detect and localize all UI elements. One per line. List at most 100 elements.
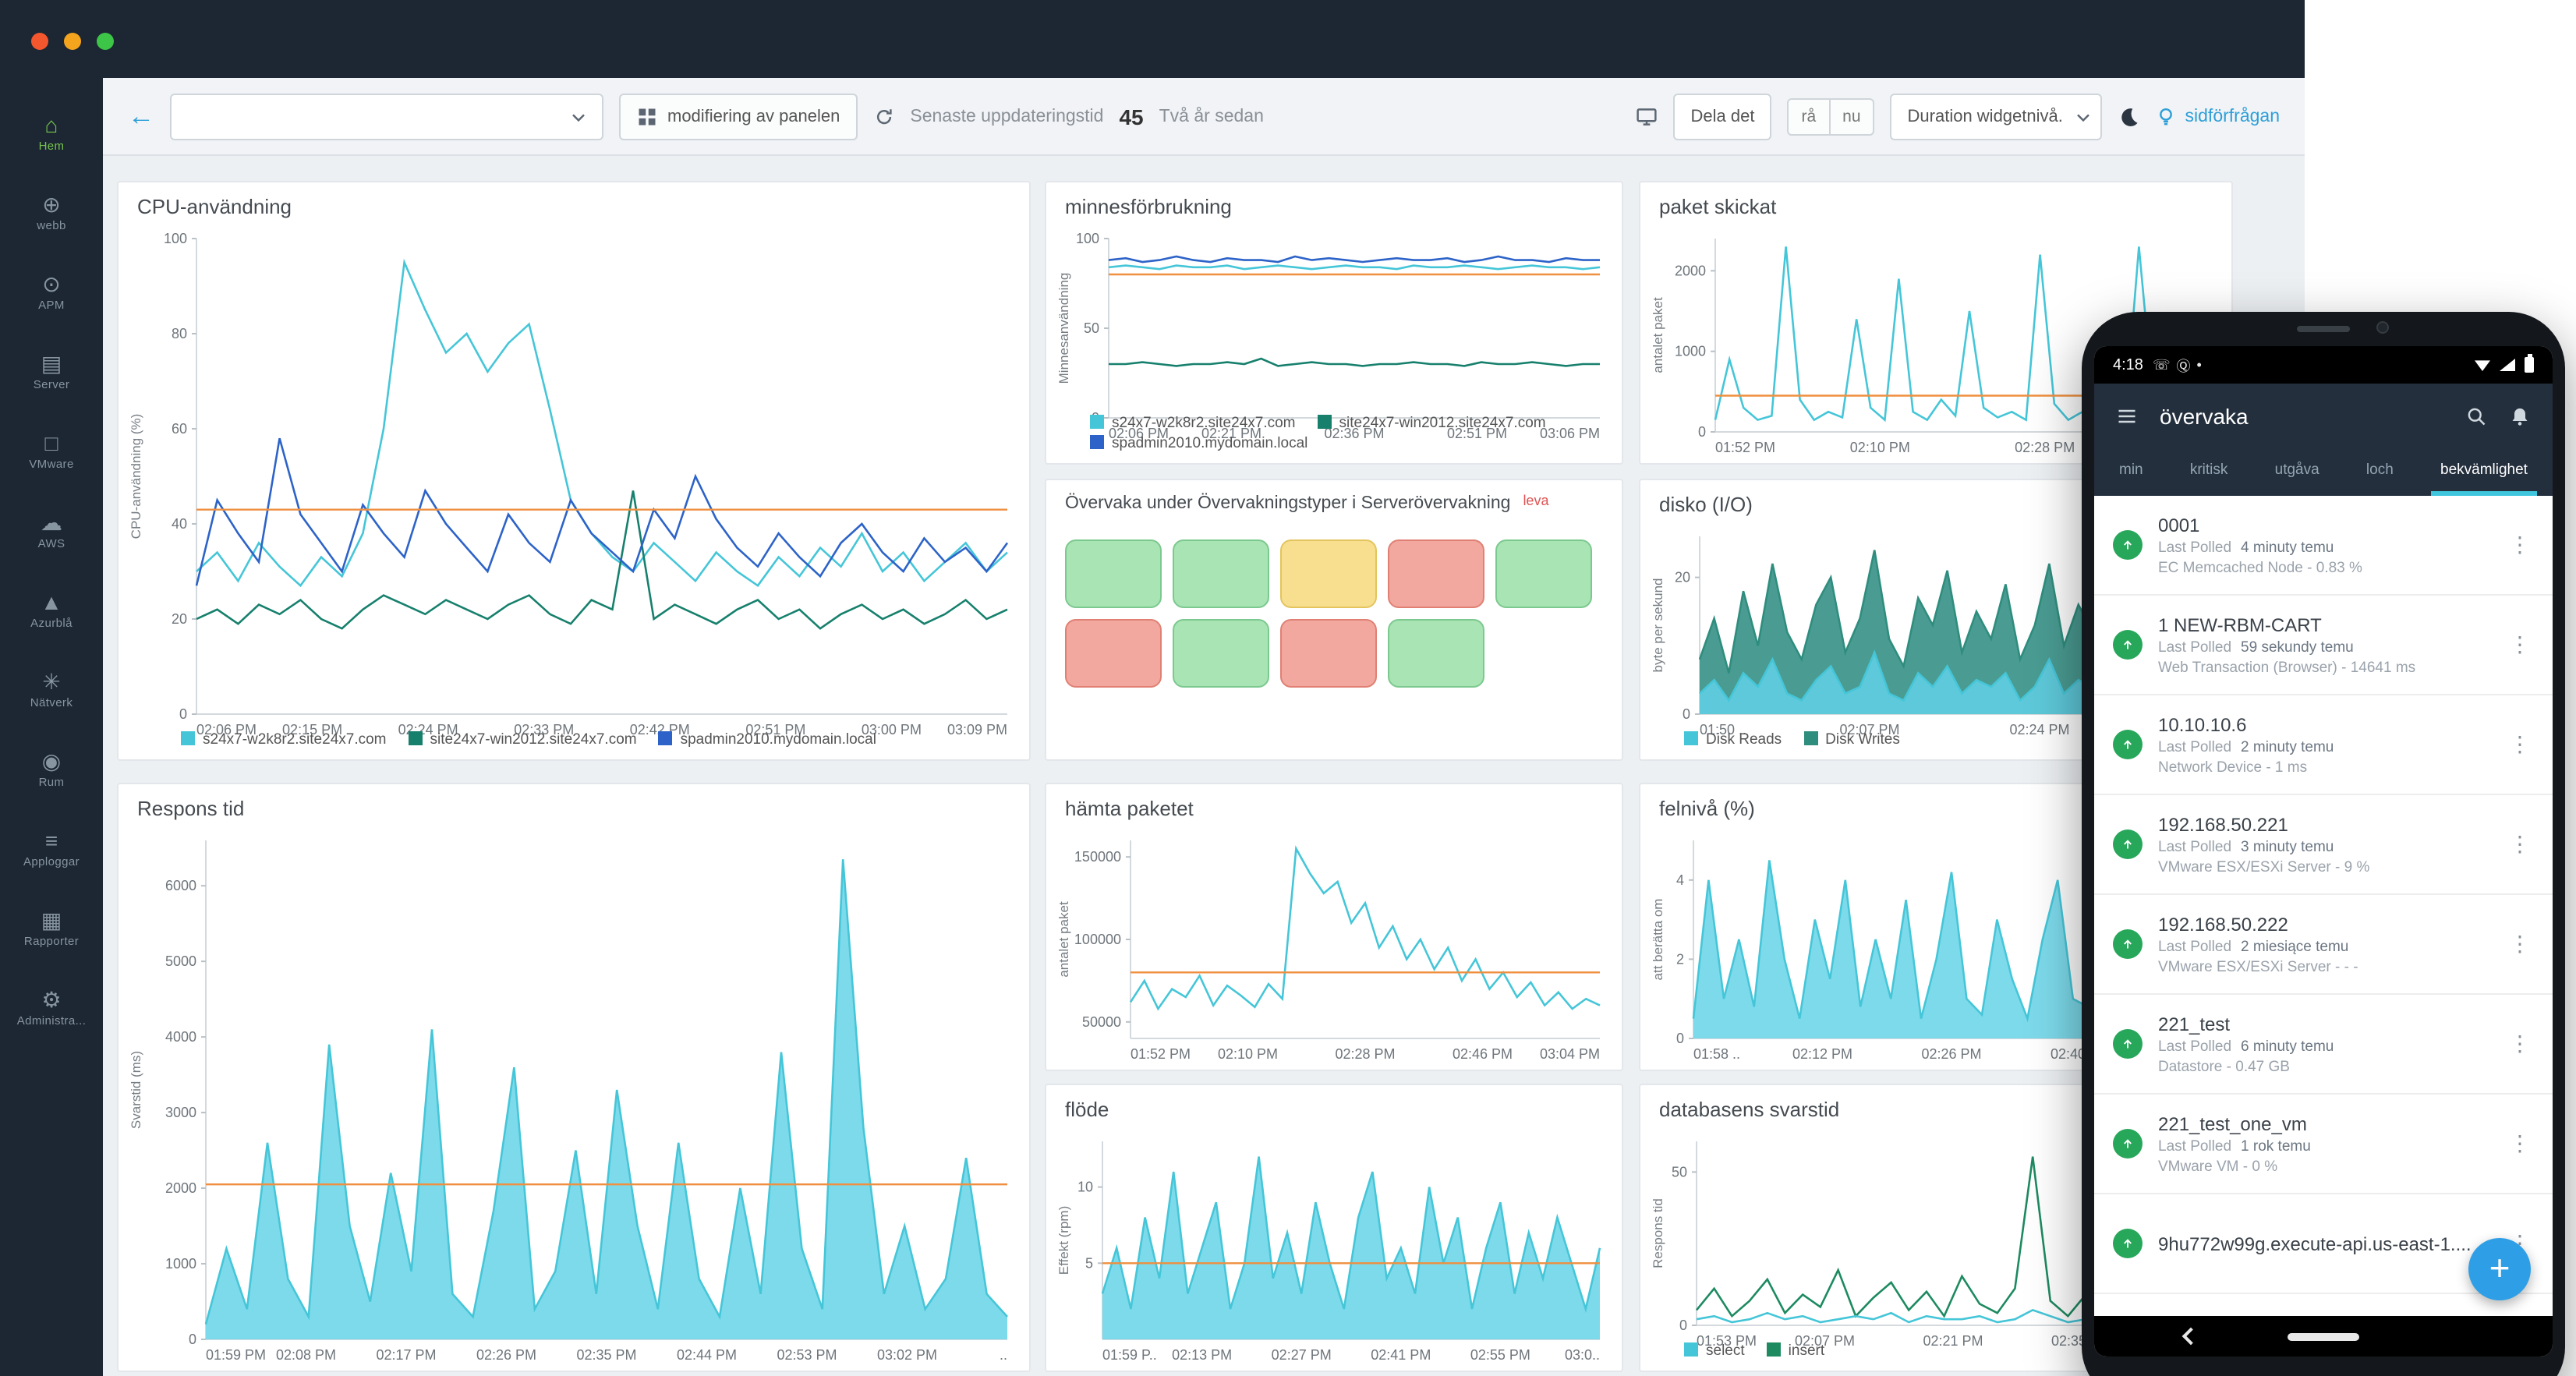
- legend-item: spadmin2010.mydomain.local: [1090, 435, 1307, 452]
- sidebar-item-hem[interactable]: ⌂ Hem: [0, 94, 103, 173]
- monitor-info: VMware VM - 0 %: [2158, 1158, 2278, 1175]
- svg-text:4: 4: [1676, 872, 1684, 888]
- kebab-menu-icon[interactable]: ⋮: [2506, 831, 2534, 858]
- back-icon[interactable]: [2181, 1327, 2200, 1346]
- search-icon[interactable]: [2465, 405, 2487, 427]
- status-tile-green[interactable]: [1065, 539, 1162, 608]
- phone-tab-loch[interactable]: loch: [2357, 449, 2403, 496]
- menu-icon[interactable]: [2116, 405, 2138, 427]
- status-tile-red[interactable]: [1065, 619, 1162, 688]
- refresh-icon[interactable]: [872, 105, 894, 127]
- now-button[interactable]: nu: [1830, 97, 1875, 135]
- svg-text:100: 100: [164, 231, 187, 246]
- widget-title: flöde: [1065, 1098, 1109, 1121]
- sidebar-item-aws[interactable]: ☁ AWS: [0, 491, 103, 571]
- status-tile-yellow[interactable]: [1280, 539, 1377, 608]
- kebab-menu-icon[interactable]: ⋮: [2506, 731, 2534, 758]
- widget-title: paket skickat: [1659, 195, 1777, 218]
- cpu-usage-chart[interactable]: 0 20 40 60 80 100 02:06 PM 02:15 PM 02:24 PM 02:3…: [125, 226, 1023, 738]
- svg-text:Minnesanvändning: Minnesanvändning: [1056, 273, 1071, 384]
- call-icon: ☏: [2152, 356, 2171, 372]
- back-arrow-icon[interactable]: ←: [128, 101, 154, 132]
- page-query-link[interactable]: sidförfrågan: [2156, 105, 2280, 127]
- sidebar-item-rapporter[interactable]: ▦ Rapporter: [0, 889, 103, 968]
- share-button[interactable]: Dela det: [1673, 93, 1772, 140]
- svg-text:02:13 PM: 02:13 PM: [1172, 1347, 1232, 1363]
- packets-received-chart[interactable]: 50000 100000 150000 01:52 PM 02:10 PM 02:28 P…: [1053, 828, 1615, 1070]
- status-tile-red[interactable]: [1280, 619, 1377, 688]
- last-polled: Last Polled 2 miesiące temu: [2158, 938, 2349, 955]
- phone-tab-kritisk[interactable]: kritisk: [2181, 449, 2238, 496]
- legend-item: spadmin2010.mydomain.local: [658, 731, 876, 748]
- memory-usage-chart[interactable]: 05010002:06 PM02:21 PM02:36 PM02:51 PM03…: [1053, 226, 1615, 441]
- close-window-button[interactable]: [31, 33, 48, 50]
- response-time-chart[interactable]: 0 1000 2000 3000 4000 5000 6000 01:59 PM 02:08 P…: [125, 828, 1023, 1371]
- legend-item: site24x7-win2012.site24x7.com: [1317, 415, 1546, 432]
- sidebar-item-server[interactable]: ▤ Server: [0, 332, 103, 412]
- status-up-icon: [2113, 929, 2143, 959]
- sidebar-item-rum[interactable]: ◉ Rum: [0, 730, 103, 809]
- legend-item: insert: [1766, 1342, 1824, 1360]
- svg-text:0: 0: [1683, 706, 1690, 722]
- sidebar-item-vmware[interactable]: □ VMware: [0, 412, 103, 491]
- phone-tab-min[interactable]: min: [2110, 449, 2153, 496]
- status-tile-red[interactable]: [1388, 539, 1484, 608]
- list-item[interactable]: 221_test_one_vm Last Polled 1 rok temu VMwa…: [2094, 1095, 2553, 1194]
- list-item[interactable]: 192.168.50.222 Last Polled 2 miesiące temu…: [2094, 895, 2553, 995]
- kebab-menu-icon[interactable]: ⋮: [2506, 1130, 2534, 1157]
- sidebar-item-administration[interactable]: ⚙ Administra...: [0, 968, 103, 1048]
- duration-select[interactable]: Duration widgetnivå.: [1890, 93, 2103, 140]
- kebab-menu-icon[interactable]: ⋮: [2506, 931, 2534, 957]
- monitor-info: EC Memcached Node - 0.83 %: [2158, 559, 2362, 576]
- flow-chart[interactable]: 5 10 01:59 P.. 02:13 PM 02:27 PM 02:41 PM 02:5…: [1053, 1129, 1615, 1371]
- svg-text:2: 2: [1676, 951, 1684, 967]
- sidebar-item-azure[interactable]: ▲ Azurblå: [0, 571, 103, 650]
- list-item[interactable]: 1 NEW-RBM-CART Last Polled 59 sekundy temu…: [2094, 596, 2553, 695]
- sidebar-item-webb[interactable]: ⊕ webb: [0, 173, 103, 253]
- phone-tab-bekvämlighet[interactable]: bekvämlighet: [2431, 449, 2537, 496]
- legend-item: select: [1684, 1342, 1745, 1360]
- minimize-window-button[interactable]: [64, 33, 81, 50]
- list-item[interactable]: 192.168.50.221 Last Polled 3 minuty temu VM…: [2094, 795, 2553, 895]
- sidebar-item-label: Hem: [38, 139, 65, 153]
- phone-tab-utgåva[interactable]: utgåva: [2266, 449, 2329, 496]
- svg-text:02:35 PM: 02:35 PM: [576, 1347, 636, 1363]
- add-monitor-fab[interactable]: +: [2468, 1238, 2531, 1300]
- status-up-icon: [2113, 829, 2143, 859]
- monitor-name: 221_test_one_vm: [2158, 1112, 2307, 1134]
- monitor-name: 10.10.10.6: [2158, 713, 2247, 735]
- svg-text:0: 0: [1698, 424, 1706, 440]
- list-item[interactable]: 10.10.10.6 Last Polled 2 minuty temu Networ…: [2094, 695, 2553, 795]
- dashboard-select[interactable]: [170, 93, 603, 140]
- sidebar-item-label: Rum: [38, 775, 65, 789]
- display-icon[interactable]: [1637, 105, 1658, 127]
- svg-text:02:08 PM: 02:08 PM: [276, 1347, 336, 1363]
- dark-mode-moon-icon[interactable]: [2118, 105, 2140, 127]
- list-item[interactable]: 221_test Last Polled 6 minuty temu Datastor…: [2094, 995, 2553, 1095]
- status-tile-green[interactable]: [1495, 539, 1592, 608]
- svg-text:antalet paket: antalet paket: [1651, 297, 1665, 373]
- sidebar-item-natverk[interactable]: ✳ Nätverk: [0, 650, 103, 730]
- raw-button[interactable]: rå: [1787, 97, 1831, 135]
- monitor-name: 192.168.50.222: [2158, 913, 2288, 935]
- sidebar-item-apm[interactable]: ⊙ APM: [0, 253, 103, 332]
- notifications-icon[interactable]: [2509, 405, 2531, 427]
- edit-panel-button[interactable]: modifiering av panelen: [619, 93, 858, 140]
- status-tile-green[interactable]: [1388, 619, 1484, 688]
- sidebar-item-apploggar[interactable]: ≡ Apploggar: [0, 809, 103, 889]
- kebab-menu-icon[interactable]: ⋮: [2506, 532, 2534, 558]
- list-item[interactable]: 0001 Last Polled 4 minuty temu EC Memcached…: [2094, 496, 2553, 596]
- kebab-menu-icon[interactable]: ⋮: [2506, 631, 2534, 658]
- kebab-menu-icon[interactable]: ⋮: [2506, 1031, 2534, 1057]
- widget-monitor-status: Övervaka under Övervakningstyper i Serve…: [1045, 479, 1623, 761]
- status-tile-green[interactable]: [1173, 539, 1269, 608]
- home-pill[interactable]: [2288, 1332, 2359, 1340]
- svg-text:2000: 2000: [165, 1180, 196, 1196]
- sidebar-item-label: Nätverk: [30, 695, 73, 709]
- zoom-window-button[interactable]: [97, 33, 114, 50]
- svg-text:02:28 PM: 02:28 PM: [1335, 1046, 1395, 1062]
- last-polled: Last Polled 2 minuty temu: [2158, 738, 2334, 755]
- status-tile-green[interactable]: [1173, 619, 1269, 688]
- widget-cpu-usage: CPU-användning 0 20 40 60 80 100 02:06 PM 02:15…: [117, 181, 1031, 761]
- svg-text:01:52 PM: 01:52 PM: [1131, 1046, 1191, 1062]
